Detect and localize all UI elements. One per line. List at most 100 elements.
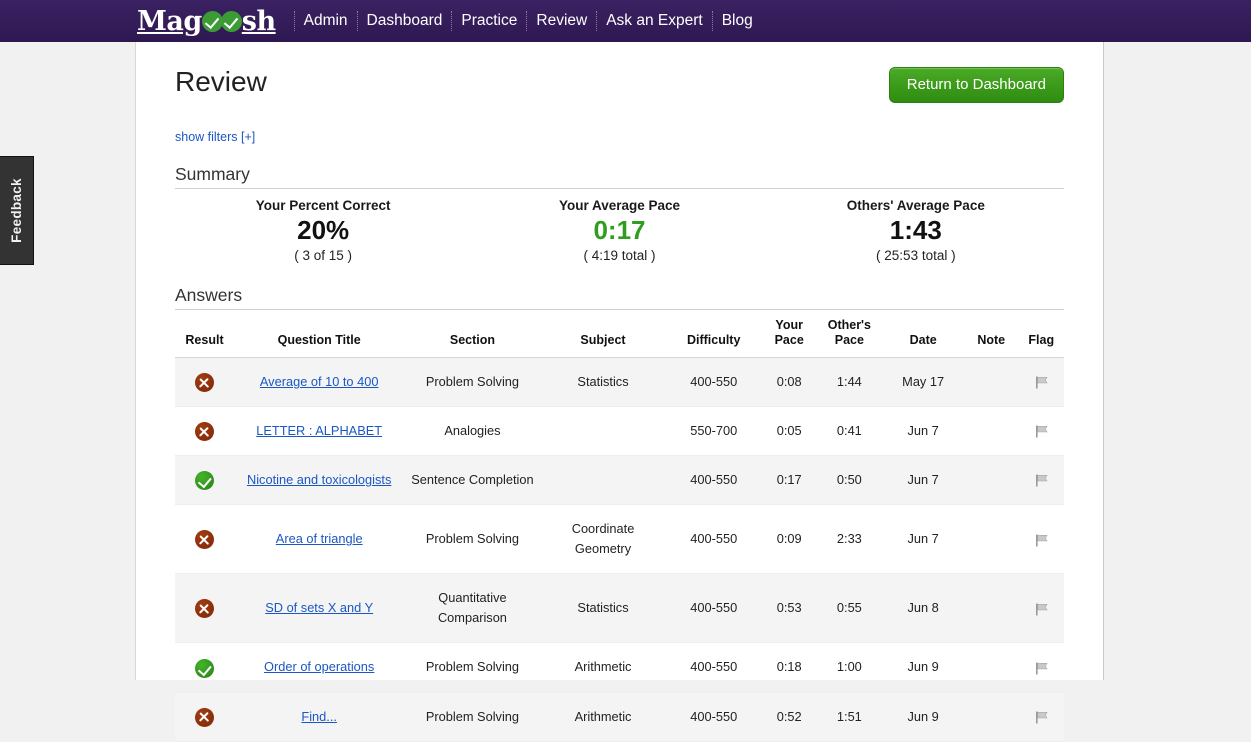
result-icon-cell xyxy=(175,573,235,644)
feedback-tab-label: Feedback xyxy=(9,178,24,243)
nav-item-ask-an-expert[interactable]: Ask an Expert xyxy=(596,11,712,31)
logo-text-after: sh xyxy=(241,5,276,37)
incorrect-x-icon xyxy=(195,422,215,442)
question-title-link[interactable]: Order of operations xyxy=(264,659,374,674)
answers-table: Result Question Title Section Subject Di… xyxy=(175,318,1064,742)
stat-label: Others' Average Pace xyxy=(846,198,985,213)
table-row[interactable]: LETTER : ALPHABET Analogies 550-700 0:05 0:4… xyxy=(175,406,1064,457)
stat-sublabel: ( 3 of 15 ) xyxy=(294,248,353,263)
incorrect-x-icon xyxy=(195,707,215,727)
table-row[interactable]: Order of operations Problem Solving Arithm… xyxy=(175,642,1064,693)
section-cell: Sentence Completion xyxy=(404,455,541,506)
flag-cell[interactable] xyxy=(1018,455,1064,506)
flag-cell[interactable] xyxy=(1018,642,1064,693)
date-cell: Jun 7 xyxy=(882,455,965,506)
question-title-link[interactable]: Average of 10 to 400 xyxy=(260,374,379,389)
page-header: Review Return to Dashboard xyxy=(175,42,1064,103)
logo-check-circles xyxy=(201,10,242,32)
difficulty-cell: 400-550 xyxy=(665,642,762,693)
page-title: Review xyxy=(175,66,267,97)
stat-label: Your Percent Correct xyxy=(255,198,391,213)
your-pace-cell: 0:52 xyxy=(761,692,817,742)
nav-item-practice[interactable]: Practice xyxy=(451,11,526,31)
date-cell: Jun 7 xyxy=(882,406,965,457)
magoosh-logo[interactable]: Mag sh xyxy=(137,8,276,35)
stat-label: Your Average Pace xyxy=(558,198,681,213)
date-cell: Jun 9 xyxy=(882,642,965,693)
your-pace-cell: 0:09 xyxy=(761,504,817,575)
question-title-cell: Nicotine and toxicologists xyxy=(234,455,405,506)
nav-item-review[interactable]: Review xyxy=(526,11,596,31)
question-title-link[interactable]: Find... xyxy=(301,709,337,724)
table-row[interactable]: Find... Problem Solving Arithmetic 400-550 0… xyxy=(175,692,1064,742)
note-cell xyxy=(964,406,1019,457)
question-title-link[interactable]: Nicotine and toxicologists xyxy=(247,472,391,487)
subject-cell: Statistics xyxy=(540,357,666,408)
column-header-other-pace[interactable]: Other's Pace xyxy=(816,318,883,358)
return-to-dashboard-button[interactable]: Return to Dashboard xyxy=(888,67,1064,103)
column-header-result[interactable]: Result xyxy=(175,318,235,358)
stat-sublabel: ( 25:53 total ) xyxy=(876,248,956,263)
column-header-flag[interactable]: Flag xyxy=(1018,318,1064,358)
answers-heading: Answers xyxy=(175,285,1064,310)
note-cell xyxy=(964,573,1019,644)
column-header-note[interactable]: Note xyxy=(964,318,1019,358)
your-pace-cell: 0:18 xyxy=(761,642,817,693)
other-pace-cell: 1:51 xyxy=(816,692,883,742)
flag-cell[interactable] xyxy=(1018,692,1064,742)
nav-item-dashboard[interactable]: Dashboard xyxy=(356,11,452,31)
column-header-question-title[interactable]: Question Title xyxy=(234,318,405,358)
top-navigation-bar: Mag sh Admin Dashboard Practice Review A… xyxy=(0,0,1251,42)
table-row[interactable]: Average of 10 to 400 Problem Solving Stati… xyxy=(175,357,1064,408)
difficulty-cell: 400-550 xyxy=(665,573,762,644)
stat-your-average-pace: Your Average Pace 0:17 ( 4:19 total ) xyxy=(471,198,767,263)
result-icon-cell xyxy=(175,692,235,742)
nav-item-admin[interactable]: Admin xyxy=(293,11,357,31)
question-title-cell: SD of sets X and Y xyxy=(234,573,405,644)
table-row[interactable]: SD of sets X and Y Quantitative Compariso… xyxy=(175,573,1064,644)
question-title-link[interactable]: LETTER : ALPHABET xyxy=(256,423,382,438)
correct-check-icon xyxy=(195,658,215,678)
question-title-link[interactable]: Area of triangle xyxy=(276,531,363,546)
your-pace-cell: 0:17 xyxy=(761,455,817,506)
note-cell xyxy=(964,455,1019,506)
difficulty-cell: 400-550 xyxy=(665,504,762,575)
date-cell: Jun 9 xyxy=(882,692,965,742)
page-container: Review Return to Dashboard show filters … xyxy=(135,42,1104,742)
table-header-row: Result Question Title Section Subject Di… xyxy=(175,318,1064,358)
subject-cell xyxy=(540,406,666,457)
content-area: Review Return to Dashboard show filters … xyxy=(136,42,1103,742)
correct-check-icon xyxy=(195,471,215,491)
other-pace-cell: 1:44 xyxy=(816,357,883,408)
incorrect-x-icon xyxy=(195,373,215,393)
column-header-subject[interactable]: Subject xyxy=(540,318,666,358)
flag-cell[interactable] xyxy=(1018,504,1064,575)
summary-stats-row: Your Percent Correct 20% ( 3 of 15 ) You… xyxy=(175,198,1064,263)
subject-cell xyxy=(540,455,666,506)
question-title-cell: Find... xyxy=(234,692,405,742)
incorrect-x-icon xyxy=(195,599,215,619)
show-filters-link[interactable]: show filters [+] xyxy=(175,130,255,144)
section-cell: Analogies xyxy=(404,406,541,457)
column-header-difficulty[interactable]: Difficulty xyxy=(665,318,762,358)
column-header-section[interactable]: Section xyxy=(404,318,541,358)
stat-value: 0:17 xyxy=(593,215,646,245)
flag-cell[interactable] xyxy=(1018,357,1064,408)
nav-item-blog[interactable]: Blog xyxy=(711,11,762,31)
column-header-your-pace[interactable]: Your Pace xyxy=(761,318,817,358)
flag-cell[interactable] xyxy=(1018,406,1064,457)
column-header-date[interactable]: Date xyxy=(882,318,965,358)
flag-cell[interactable] xyxy=(1018,573,1064,644)
table-row[interactable]: Area of triangle Problem Solving Coordinat… xyxy=(175,504,1064,575)
other-pace-cell: 2:33 xyxy=(816,504,883,575)
check-circle-icon xyxy=(220,10,242,32)
question-title-link[interactable]: SD of sets X and Y xyxy=(265,600,373,615)
feedback-tab[interactable]: Feedback xyxy=(0,156,34,265)
result-icon-cell xyxy=(175,642,235,693)
date-cell: Jun 7 xyxy=(882,504,965,575)
section-cell: Problem Solving xyxy=(404,357,541,408)
table-row[interactable]: Nicotine and toxicologists Sentence Compl… xyxy=(175,455,1064,506)
result-icon-cell xyxy=(175,504,235,575)
date-cell: May 17 xyxy=(882,357,965,408)
subject-cell: Coordinate Geometry xyxy=(540,504,666,575)
